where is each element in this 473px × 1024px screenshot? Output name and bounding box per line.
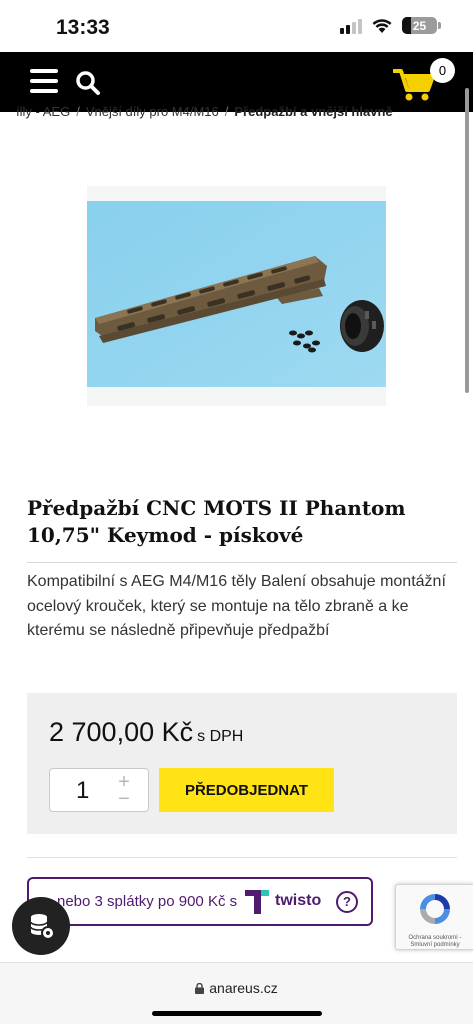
battery-level: 25 bbox=[412, 18, 427, 33]
breadcrumb-separator: / bbox=[224, 104, 229, 119]
url-text: anareus.cz bbox=[209, 980, 278, 996]
quantity-decrease-button[interactable]: − bbox=[114, 789, 134, 809]
quantity-stepper[interactable]: 1 + − bbox=[49, 768, 149, 812]
price-box: 2 700,00 Kč s DPH 1 + − PŘEDOBJEDNAT bbox=[27, 693, 457, 834]
price-value: 2 700,00 Kč bbox=[49, 717, 194, 747]
product-description: Kompatibilní s AEG M4/M16 těly Balení ob… bbox=[27, 573, 446, 639]
search-icon[interactable] bbox=[75, 70, 101, 96]
price-vat-suffix: s DPH bbox=[197, 728, 244, 745]
breadcrumb-current: Předpažbí a vnější hlavně bbox=[234, 104, 393, 119]
status-icons: 25 bbox=[340, 17, 441, 34]
browser-address-bar[interactable]: anareus.cz bbox=[0, 962, 473, 1024]
breadcrumb-separator: / bbox=[76, 104, 80, 119]
menu-icon[interactable] bbox=[30, 69, 58, 93]
recaptcha-icon bbox=[420, 894, 450, 924]
site-header: 0 bbox=[0, 52, 473, 112]
battery-icon: 25 bbox=[402, 17, 441, 34]
recaptcha-badge[interactable]: Ochrana soukromí - Smluvní podmínky bbox=[395, 884, 473, 950]
signal-icon bbox=[340, 18, 362, 34]
preorder-button[interactable]: PŘEDOBJEDNAT bbox=[159, 768, 334, 812]
status-bar: 13:33 25 bbox=[0, 0, 473, 52]
help-icon[interactable]: ? bbox=[336, 891, 358, 913]
twisto-brand: twisto bbox=[275, 892, 322, 909]
wifi-icon bbox=[372, 18, 392, 33]
divider bbox=[27, 857, 457, 858]
quantity-input[interactable]: 1 bbox=[76, 777, 89, 805]
cart-count-badge[interactable]: 0 bbox=[430, 58, 455, 83]
home-indicator bbox=[152, 1011, 322, 1016]
twisto-text: nebo 3 splátky po 900 Kč s bbox=[57, 893, 238, 910]
database-settings-button[interactable] bbox=[12, 897, 70, 955]
page-scrollbar[interactable] bbox=[465, 88, 469, 393]
breadcrumb: ílly - AEG / Vnější díly pro M4/M16 / Předpa… bbox=[16, 104, 456, 124]
divider bbox=[27, 562, 457, 563]
lock-icon bbox=[195, 983, 205, 994]
twisto-installments-banner[interactable]: nebo 3 splátky po 900 Kč s twisto ? bbox=[27, 877, 373, 926]
recaptcha-links[interactable]: Ochrana soukromí - Smluvní podmínky bbox=[398, 935, 472, 949]
url-display[interactable]: anareus.cz bbox=[0, 980, 473, 996]
status-time: 13:33 bbox=[56, 16, 110, 39]
breadcrumb-item[interactable]: ílly - AEG bbox=[16, 104, 70, 119]
product-image[interactable] bbox=[87, 186, 386, 406]
barrel-nut-ring bbox=[340, 300, 384, 352]
product-title: Předpažbí CNC MOTS II Phantom 10,75" Key… bbox=[27, 496, 406, 547]
cart-icon[interactable] bbox=[393, 66, 435, 102]
database-gear-icon bbox=[30, 914, 55, 940]
product-price: 2 700,00 Kč s DPH bbox=[49, 717, 243, 748]
breadcrumb-item[interactable]: Vnější díly pro M4/M16 bbox=[86, 104, 219, 119]
twisto-logo-icon bbox=[245, 890, 269, 914]
